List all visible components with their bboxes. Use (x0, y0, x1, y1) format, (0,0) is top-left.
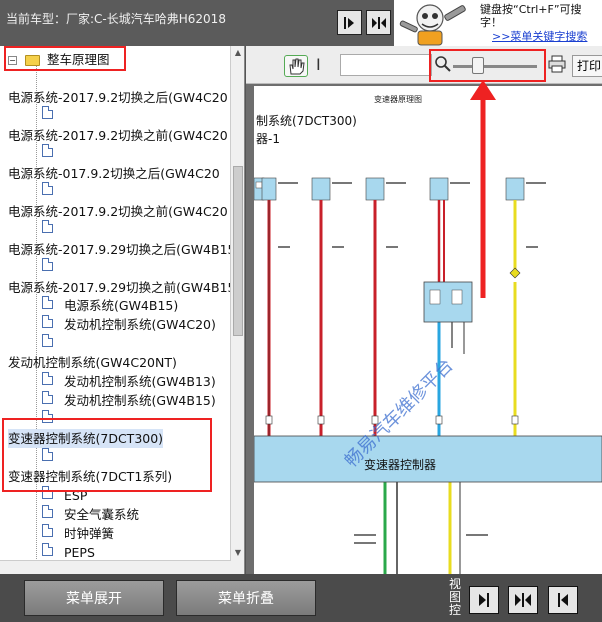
relay-component (423, 281, 473, 323)
ecu-label: 变速器控制器 (364, 458, 437, 472)
arrow-left-icon (558, 593, 568, 607)
wiring-diagram-page: 变速器原理图 制系统(7DCT300) 器-1 变速器控制器 畅易汽车维修平台 (254, 86, 602, 574)
tree-item[interactable]: 电源系统-2017.9.29切换之后(GW4B15 (8, 240, 236, 259)
collapse-menu-button[interactable]: 菜单折叠 (176, 580, 316, 616)
arrow-right-icon (479, 593, 489, 607)
split-view-button[interactable] (366, 10, 391, 35)
viewer-search-input[interactable] (340, 54, 432, 76)
tree-item[interactable]: 发动机控制系统(GW4C20NT) (8, 353, 177, 372)
mechanic-mascot-icon (394, 0, 478, 46)
tree-vertical-scrollbar[interactable]: ▲ ▼ (230, 46, 244, 574)
view-split-button[interactable] (508, 586, 538, 614)
bottom-bar: 菜单展开 菜单折叠 视图控 (0, 574, 602, 622)
document-icon (42, 182, 53, 195)
printer-button[interactable] (548, 55, 568, 77)
split-arrows-icon (515, 593, 531, 607)
diagram-viewer: I 打印 变速器原理图 制系统(7DCT300) 器-1 变速器控制器 畅易汽车… (246, 46, 602, 574)
red-arrow-icon (470, 80, 496, 298)
document-icon (42, 543, 53, 556)
document-icon (42, 372, 53, 385)
next-page-button[interactable] (337, 10, 362, 35)
scroll-down-icon[interactable]: ▼ (233, 548, 243, 558)
tree-item[interactable]: 时钟弹簧 (64, 524, 114, 543)
scroll-thumb[interactable] (233, 166, 243, 336)
highlight-box-root (4, 46, 126, 71)
tree-item[interactable]: 电源系统-017.9.2切换之后(GW4C20 (8, 164, 220, 183)
document-icon (42, 391, 53, 404)
top-header: 当前车型：厂家:C-长城汽车哈弗H62018 键盘按“Ctrl+F”可搜 字！ … (0, 0, 602, 46)
document-icon (42, 334, 53, 347)
tree-item[interactable]: 安全气囊系统 (64, 505, 139, 524)
tree-horizontal-scrollbar[interactable] (0, 560, 231, 574)
tree-item[interactable]: 发动机控制系统(GW4C20) (64, 315, 216, 334)
tree-item[interactable]: 电源系统-2017.9.2切换之前(GW4C20 (8, 202, 228, 221)
menu-tree-panel[interactable]: − 整车原理图 电源系统-2017.9.2切换之后(GW4C20 电源系统-201… (0, 46, 245, 574)
split-arrows-icon (371, 16, 386, 29)
fine-print (278, 182, 546, 544)
document-icon (42, 315, 53, 328)
hand-icon (289, 58, 305, 75)
document-icon (42, 144, 53, 157)
keyword-search-link[interactable]: >>菜单关键字搜索 (492, 28, 587, 44)
current-vehicle-label: 当前车型：厂家:C-长城汽车哈弗H62018 (6, 12, 226, 26)
tree-item[interactable]: 电源系统-2017.9.2切换之前(GW4C20 (8, 126, 228, 145)
expand-menu-button[interactable]: 菜单展开 (24, 580, 164, 616)
document-icon (42, 220, 53, 233)
document-icon (42, 524, 53, 537)
highlight-box-transmission (2, 418, 212, 492)
view-left-button[interactable] (548, 586, 578, 614)
text-select-button[interactable]: I (316, 55, 330, 77)
view-control-label: 视图控 (449, 577, 462, 617)
document-icon (42, 106, 53, 119)
document-icon (42, 505, 53, 518)
print-button[interactable]: 打印 (572, 55, 602, 77)
hand-tool-button[interactable] (284, 55, 308, 77)
wiring-diagram (254, 177, 602, 574)
view-right-button[interactable] (469, 586, 499, 614)
arrow-right-icon (343, 16, 354, 29)
tree-item[interactable]: 电源系统-2017.9.2切换之后(GW4C20 (8, 88, 228, 107)
tree-item[interactable]: 电源系统-2017.9.29切换之前(GW4B15 (8, 278, 236, 297)
text-cursor-icon: I (316, 55, 321, 74)
document-icon (42, 258, 53, 271)
tree-item[interactable]: 电源系统(GW4B15) (64, 296, 178, 315)
search-tip-banner: 键盘按“Ctrl+F”可搜 字！ >>菜单关键字搜索 (394, 0, 602, 46)
printer-icon (548, 55, 566, 73)
scroll-up-icon[interactable]: ▲ (233, 48, 243, 58)
viewer-toolbar: I 打印 (246, 46, 602, 84)
tree-item[interactable]: 发动机控制系统(GW4B15) (64, 391, 216, 410)
document-icon (42, 296, 53, 309)
app-window: 当前车型：厂家:C-长城汽车哈弗H62018 键盘按“Ctrl+F”可搜 字！ … (0, 0, 602, 622)
tree-item[interactable]: 发动机控制系统(GW4B13) (64, 372, 216, 391)
